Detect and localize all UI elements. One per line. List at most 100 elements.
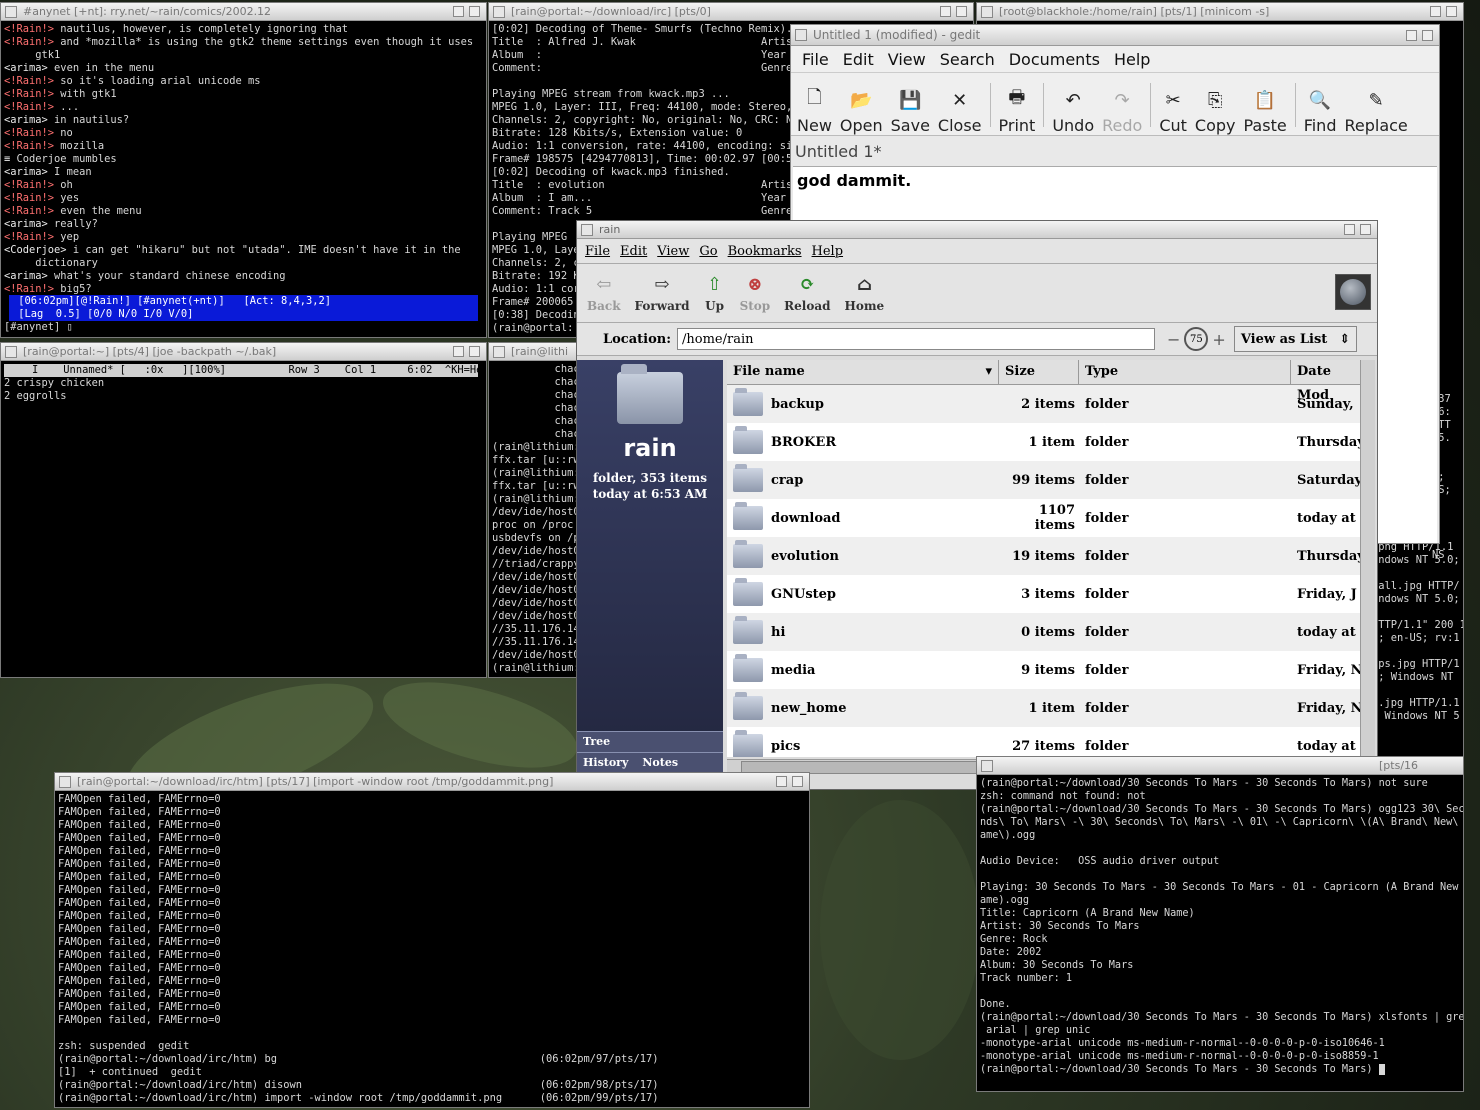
reload-button[interactable]: ⟳ Reload (784, 273, 830, 314)
minimize-icon[interactable] (453, 6, 464, 17)
import-titlebar[interactable]: [rain@portal:~/download/irc/htm] [pts/17… (55, 773, 809, 791)
window-menu-icon[interactable] (493, 6, 505, 18)
table-row[interactable]: new_home 1 item folder Friday, N (727, 689, 1367, 727)
vertical-scrollbar[interactable] (1360, 360, 1375, 757)
menu-help[interactable]: Help (812, 244, 844, 259)
table-row[interactable]: pics 27 items folder today at (727, 727, 1367, 757)
window-menu-icon[interactable] (5, 346, 17, 358)
open-button[interactable]: 📂 Open (840, 88, 883, 136)
table-row[interactable]: crap 99 items folder Saturday, (727, 461, 1367, 499)
back-button[interactable]: ⇦ Back (587, 273, 621, 314)
window-menu-icon[interactable] (493, 346, 505, 358)
file-name-cell: hi (727, 616, 999, 644)
column-type[interactable]: Type (1079, 360, 1291, 384)
column-name[interactable]: File name ▾ (727, 360, 999, 384)
lithium-window[interactable]: [rain@lithi chacl chacl chacl chacl chac… (488, 342, 588, 678)
window-menu-icon[interactable] (5, 6, 17, 18)
undo-button[interactable]: ↶ Undo (1052, 88, 1094, 136)
minimize-icon[interactable] (1406, 30, 1417, 41)
maximize-icon[interactable] (792, 776, 803, 787)
tab-tree[interactable]: Tree (577, 731, 723, 752)
window-menu-icon[interactable] (981, 760, 993, 772)
window-menu-icon[interactable] (981, 6, 993, 18)
lithium-titlebar[interactable]: [rain@lithi (489, 343, 587, 361)
nautilus-titlebar[interactable]: rain (577, 221, 1377, 239)
window-menu-icon[interactable] (581, 224, 593, 236)
column-date[interactable]: Date Mod (1291, 360, 1367, 403)
gedit-titlebar[interactable]: Untitled 1 (modified) - gedit (791, 25, 1439, 46)
menu-edit[interactable]: Edit (838, 50, 879, 69)
joe-titlebar[interactable]: [rain@portal:~] [pts/4] [joe -backpath ~… (1, 343, 486, 361)
ogg-window[interactable]: [pts/16 (rain@portal:~/download/30 Secon… (976, 756, 1464, 1092)
table-row[interactable]: media 9 items folder Friday, N (727, 651, 1367, 689)
nautilus-window[interactable]: rain File Edit View Go Bookmarks Help ⇦ B… (576, 220, 1378, 790)
print-button[interactable]: 🖶 Print (999, 87, 1036, 135)
cut-button[interactable]: ✂ Cut (1159, 88, 1187, 136)
ogg-titlebar[interactable]: [pts/16 (977, 757, 1463, 775)
table-row[interactable]: backup 2 items folder Sunday, (727, 385, 1367, 423)
window-menu-icon[interactable] (59, 776, 71, 788)
maximize-icon[interactable] (1422, 30, 1433, 41)
new-button[interactable]: 🗋 New (797, 87, 832, 135)
mpg-titlebar[interactable]: [rain@portal:~/download/irc] [pts/0] (489, 3, 973, 21)
menu-search[interactable]: Search (935, 50, 1000, 69)
tab-history[interactable]: History (583, 753, 628, 773)
menu-file[interactable]: File (585, 244, 610, 259)
tab-notes[interactable]: Notes (642, 753, 678, 773)
table-row[interactable]: evolution 19 items folder Thursday, (727, 537, 1367, 575)
irc-input[interactable]: [#anynet] ▯ (1, 321, 486, 336)
irc-line: <!Rain!> ... (4, 101, 483, 114)
maximize-icon[interactable] (1360, 224, 1371, 235)
file-type: folder (1085, 586, 1129, 602)
maximize-icon[interactable] (1446, 6, 1457, 17)
menu-file[interactable]: File (797, 50, 834, 69)
forward-button[interactable]: ⇨ Forward (635, 273, 690, 314)
updown-icon: ⇕ (1339, 331, 1351, 347)
maximize-icon[interactable] (469, 6, 480, 17)
home-button[interactable]: ⌂ Home (845, 273, 885, 314)
irc-titlebar[interactable]: #anynet [+nt]: rry.net/~rain/comics/2002… (1, 3, 486, 21)
location-input[interactable]: /home/rain (677, 328, 1156, 350)
view-as-select[interactable]: View as List ⇕ (1233, 326, 1358, 352)
maximize-icon[interactable] (956, 6, 967, 17)
tab-untitled-1[interactable]: Untitled 1* (791, 136, 1439, 166)
save-button[interactable]: 💾 Save (891, 88, 930, 136)
minimize-icon[interactable] (776, 776, 787, 787)
irc-line: <!Rain!> yep (4, 231, 483, 244)
menu-help[interactable]: Help (1109, 50, 1155, 69)
menu-edit[interactable]: Edit (620, 244, 647, 259)
irc-window[interactable]: #anynet [+nt]: rry.net/~rain/comics/2002… (0, 2, 487, 338)
joe-buffer[interactable]: 2 crispy chicken 2 eggrolls (1, 377, 486, 405)
import-window[interactable]: [rain@portal:~/download/irc/htm] [pts/17… (54, 772, 810, 1108)
menu-view[interactable]: View (883, 50, 931, 69)
minimize-icon[interactable] (1344, 224, 1355, 235)
table-row[interactable]: hi 0 items folder today at (727, 613, 1367, 651)
table-row[interactable]: BROKER 1 item folder Thursday, (727, 423, 1367, 461)
minicom-titlebar[interactable]: [root@blackhole:/home/rain] [pts/1] [min… (977, 3, 1463, 21)
zoom-in-button[interactable]: + (1212, 330, 1225, 349)
paste-button[interactable]: 📋 Paste (1244, 88, 1287, 136)
minimize-icon[interactable] (940, 6, 951, 17)
menu-go[interactable]: Go (699, 244, 717, 259)
zoom-level[interactable]: 75 (1184, 327, 1209, 351)
minimize-icon[interactable] (453, 346, 464, 357)
file-name-cell: download (727, 502, 999, 530)
menu-view[interactable]: View (657, 244, 689, 259)
table-row[interactable]: download 1107 items folder today at (727, 499, 1367, 537)
stop-button[interactable]: ⊗ Stop (740, 273, 771, 314)
zoom-out-button[interactable]: − (1167, 330, 1180, 349)
replace-button[interactable]: ✎ Replace (1344, 88, 1407, 136)
window-menu-icon[interactable] (795, 29, 807, 41)
find-button[interactable]: 🔍 Find (1304, 88, 1337, 136)
copy-button[interactable]: ⎘ Copy (1195, 88, 1236, 136)
close-button[interactable]: ✕ Close (938, 88, 982, 136)
redo-button[interactable]: ↷ Redo (1102, 88, 1142, 136)
menu-documents[interactable]: Documents (1004, 50, 1105, 69)
joe-window[interactable]: [rain@portal:~] [pts/4] [joe -backpath ~… (0, 342, 487, 678)
up-button[interactable]: ⇧ Up (704, 273, 726, 314)
menu-bookmarks[interactable]: Bookmarks (728, 244, 802, 259)
minimize-icon[interactable] (1430, 6, 1441, 17)
table-row[interactable]: GNUstep 3 items folder Friday, J (727, 575, 1367, 613)
column-size[interactable]: Size (999, 360, 1079, 384)
maximize-icon[interactable] (469, 346, 480, 357)
